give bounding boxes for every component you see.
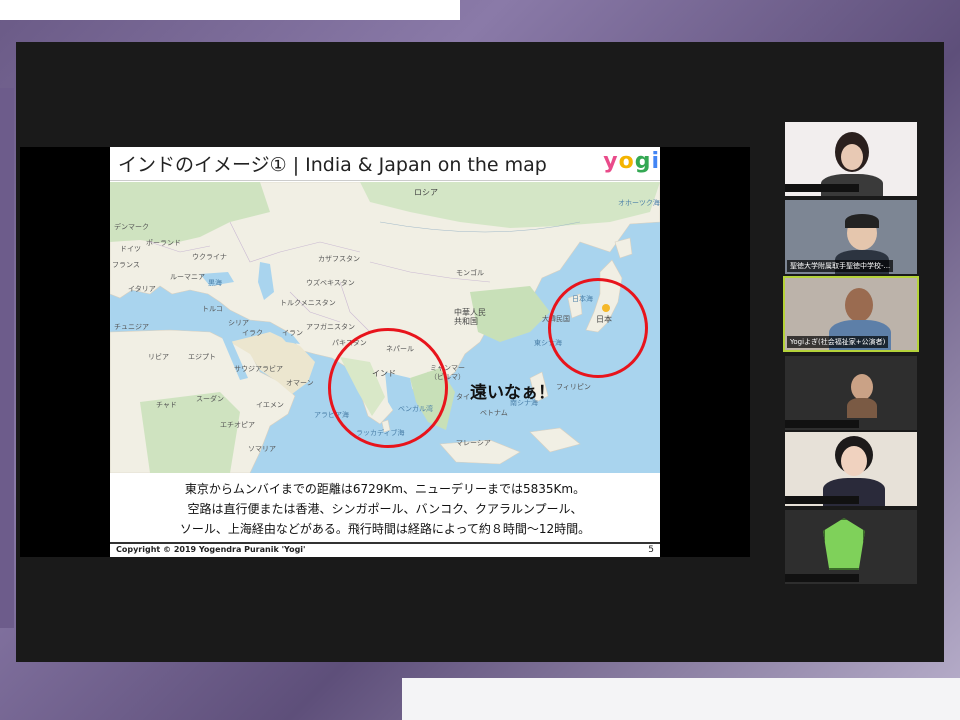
map-label-philippines: フィリピン <box>556 383 591 391</box>
participant-name-3: Yogiよぎ(社会福祉家+公演者) <box>787 336 889 348</box>
participant-video-2[interactable]: 聖徳大学附属取手聖徳中学校-... <box>785 200 917 274</box>
map-label-iraq: イラク <box>242 329 263 337</box>
map-label-china: 中華人民 共和国 <box>454 308 486 326</box>
slide-title: インドのイメージ① | India & Japan on the map <box>118 154 547 176</box>
map-label-italy: イタリア <box>128 285 156 293</box>
map-label-turkey: トルコ <box>202 305 223 313</box>
map-label-ethiopia: エチオピア <box>220 421 255 429</box>
map-label-sudan: スーダン <box>196 395 224 403</box>
background-top-strip <box>0 0 460 20</box>
slide-caption: 東京からムンバイまでの距離は6729Km、ニューデリーまでは5835Km。 空路… <box>110 475 660 541</box>
map-label-germany: ドイツ <box>120 245 141 253</box>
screen-share-area[interactable]: インドのイメージ① | India & Japan on the map yog… <box>20 147 750 557</box>
caption-line-3: ソール、上海経由などがある。飛行時間は経路によって約８時間〜12時間。 <box>179 522 591 536</box>
map-label-romania: ルーマニア <box>170 273 205 281</box>
map-label-kazakhstan: カザフスタン <box>318 255 360 263</box>
caption-line-1: 東京からムンバイまでの距離は6729Km、ニューデリーまでは5835Km。 <box>184 482 586 496</box>
participant-name-2: 聖徳大学附属取手聖徳中学校-... <box>787 260 894 272</box>
map-label-turkmenistan: トルクメニスタン <box>280 299 336 307</box>
slide-footer: Copyright © 2019 Yogendra Puranik 'Yogi'… <box>110 542 660 557</box>
background-bottom-strip <box>402 678 960 720</box>
map-label-libya: リビア <box>148 353 169 361</box>
participant-name-bar-6 <box>785 574 859 582</box>
participant-avatar-4 <box>851 374 873 400</box>
caption-line-2: 空路は直行便または香港、シンガポール、バンコク、クアラルンプール、 <box>187 502 583 516</box>
map-label-saudi: サウジアラビア <box>234 365 283 373</box>
participant-video-4[interactable] <box>785 356 917 430</box>
participant-video-1[interactable] <box>785 122 917 196</box>
india-highlight-circle <box>328 328 448 448</box>
far-away-text: 遠いなぁ！ <box>470 383 555 403</box>
map-label-okhotsk: オホーツク海 <box>618 199 660 207</box>
map-label-yemen: イエメン <box>256 401 284 409</box>
map-label-oman: オマーン <box>286 379 314 387</box>
japan-highlight-circle <box>548 278 648 378</box>
participant-video-3[interactable]: Yogiよぎ(社会福祉家+公演者) <box>783 276 919 352</box>
world-map: ロシア デンマーク ドイツ ポーランド ウクライナ フランス イタリア ルーマニ… <box>110 182 660 473</box>
yogi-logo: yogi <box>603 149 660 174</box>
participant-avatar-3 <box>845 288 873 322</box>
map-label-tunisia: チュニジア <box>114 323 149 331</box>
participant-video-6[interactable] <box>785 510 917 584</box>
map-label-malaysia: マレーシア <box>456 439 491 447</box>
participant-name-bar-4 <box>785 420 859 428</box>
map-label-vietnam: ベトナム <box>480 409 508 417</box>
background-left-band <box>0 88 14 628</box>
map-label-uzbekistan: ウズベキスタン <box>306 279 355 287</box>
map-label-egypt: エジプト <box>188 353 216 361</box>
map-label-ukraine: ウクライナ <box>192 253 227 261</box>
map-label-black-sea: 黒海 <box>208 279 222 287</box>
avatar-character-icon <box>823 518 865 570</box>
map-label-afghanistan: アフガニスタン <box>306 323 355 331</box>
map-label-france: フランス <box>112 261 140 269</box>
map-label-poland: ポーランド <box>146 239 181 247</box>
map-label-chad: チャド <box>156 401 177 409</box>
map-label-thailand: タイ <box>456 393 470 401</box>
map-label-russia: ロシア <box>414 188 438 197</box>
participant-video-5[interactable] <box>785 432 917 506</box>
page-number: 5 <box>648 545 654 555</box>
map-label-syria: シリア <box>228 319 249 327</box>
map-label-denmark: デンマーク <box>114 223 149 231</box>
map-label-somalia: ソマリア <box>248 445 276 453</box>
slide-header: インドのイメージ① | India & Japan on the map yog… <box>110 147 660 181</box>
map-label-iran: イラン <box>282 329 303 337</box>
participant-name-bar-5 <box>785 496 859 504</box>
map-label-mongolia: モンゴル <box>456 269 484 277</box>
presentation-slide: インドのイメージ① | India & Japan on the map yog… <box>110 147 660 557</box>
copyright-text: Copyright © 2019 Yogendra Puranik 'Yogi' <box>116 545 306 554</box>
participant-name-bar-1 <box>785 184 859 192</box>
